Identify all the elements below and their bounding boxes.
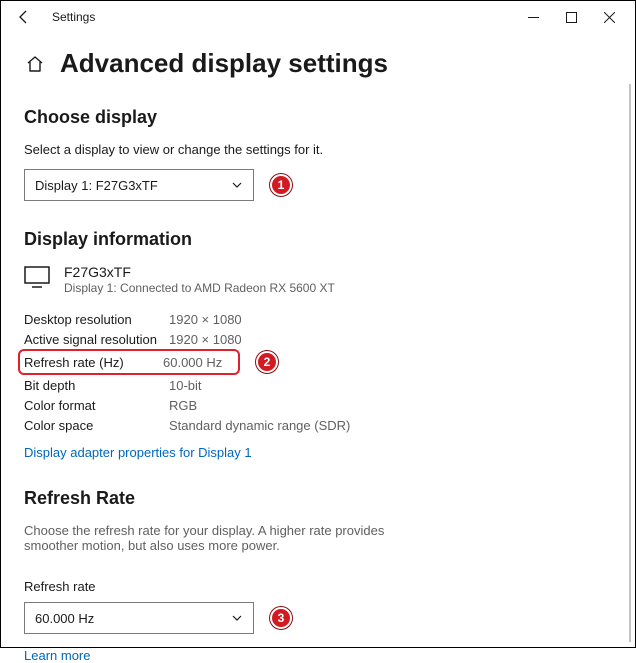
info-value: 1920 × 1080 — [169, 312, 242, 327]
monitor-icon — [24, 264, 50, 291]
info-key: Active signal resolution — [24, 332, 169, 347]
refresh-rate-highlight: Refresh rate (Hz) 60.000 Hz — [18, 349, 240, 375]
display-select-value: Display 1: F27G3xTF — [35, 178, 158, 193]
refresh-rate-desc: Choose the refresh rate for your display… — [24, 523, 424, 553]
scrollbar[interactable] — [629, 84, 631, 642]
annotation-badge-1: 1 — [270, 174, 292, 196]
refresh-rate-select-value: 60.000 Hz — [35, 611, 94, 626]
page-title: Advanced display settings — [60, 48, 388, 79]
choose-display-heading: Choose display — [24, 107, 612, 128]
annotation-badge-3: 3 — [270, 607, 292, 629]
window-title: Settings — [52, 10, 95, 24]
maximize-button[interactable] — [552, 5, 590, 29]
display-select[interactable]: Display 1: F27G3xTF — [24, 169, 254, 201]
refresh-rate-select[interactable]: 60.000 Hz — [24, 602, 254, 634]
close-button[interactable] — [590, 5, 628, 29]
chevron-down-icon — [231, 612, 243, 624]
learn-more-link[interactable]: Learn more — [24, 648, 90, 663]
info-value: 10-bit — [169, 378, 202, 393]
chevron-down-icon — [231, 179, 243, 191]
info-row-color-space: Color space Standard dynamic range (SDR) — [24, 415, 612, 435]
info-value: RGB — [169, 398, 197, 413]
adapter-properties-link[interactable]: Display adapter properties for Display 1 — [24, 445, 252, 460]
back-button[interactable] — [12, 5, 36, 29]
annotation-badge-2: 2 — [256, 351, 278, 373]
info-key: Bit depth — [24, 378, 169, 393]
info-value: 1920 × 1080 — [169, 332, 242, 347]
info-value: 60.000 Hz — [163, 355, 222, 370]
info-key: Desktop resolution — [24, 312, 169, 327]
info-row-color-format: Color format RGB — [24, 395, 612, 415]
minimize-button[interactable] — [514, 5, 552, 29]
display-information-heading: Display information — [24, 229, 612, 250]
refresh-rate-heading: Refresh Rate — [24, 488, 612, 509]
info-row-active-res: Active signal resolution 1920 × 1080 — [24, 329, 612, 349]
info-key: Color format — [24, 398, 169, 413]
info-key: Refresh rate (Hz) — [24, 355, 163, 370]
info-value: Standard dynamic range (SDR) — [169, 418, 350, 433]
home-icon[interactable] — [24, 53, 46, 75]
info-row-desktop-res: Desktop resolution 1920 × 1080 — [24, 309, 612, 329]
info-key: Color space — [24, 418, 169, 433]
monitor-sub: Display 1: Connected to AMD Radeon RX 56… — [64, 281, 335, 295]
monitor-name: F27G3xTF — [64, 264, 335, 280]
info-row-bit-depth: Bit depth 10-bit — [24, 375, 612, 395]
refresh-rate-label: Refresh rate — [24, 579, 612, 594]
choose-display-desc: Select a display to view or change the s… — [24, 142, 612, 157]
